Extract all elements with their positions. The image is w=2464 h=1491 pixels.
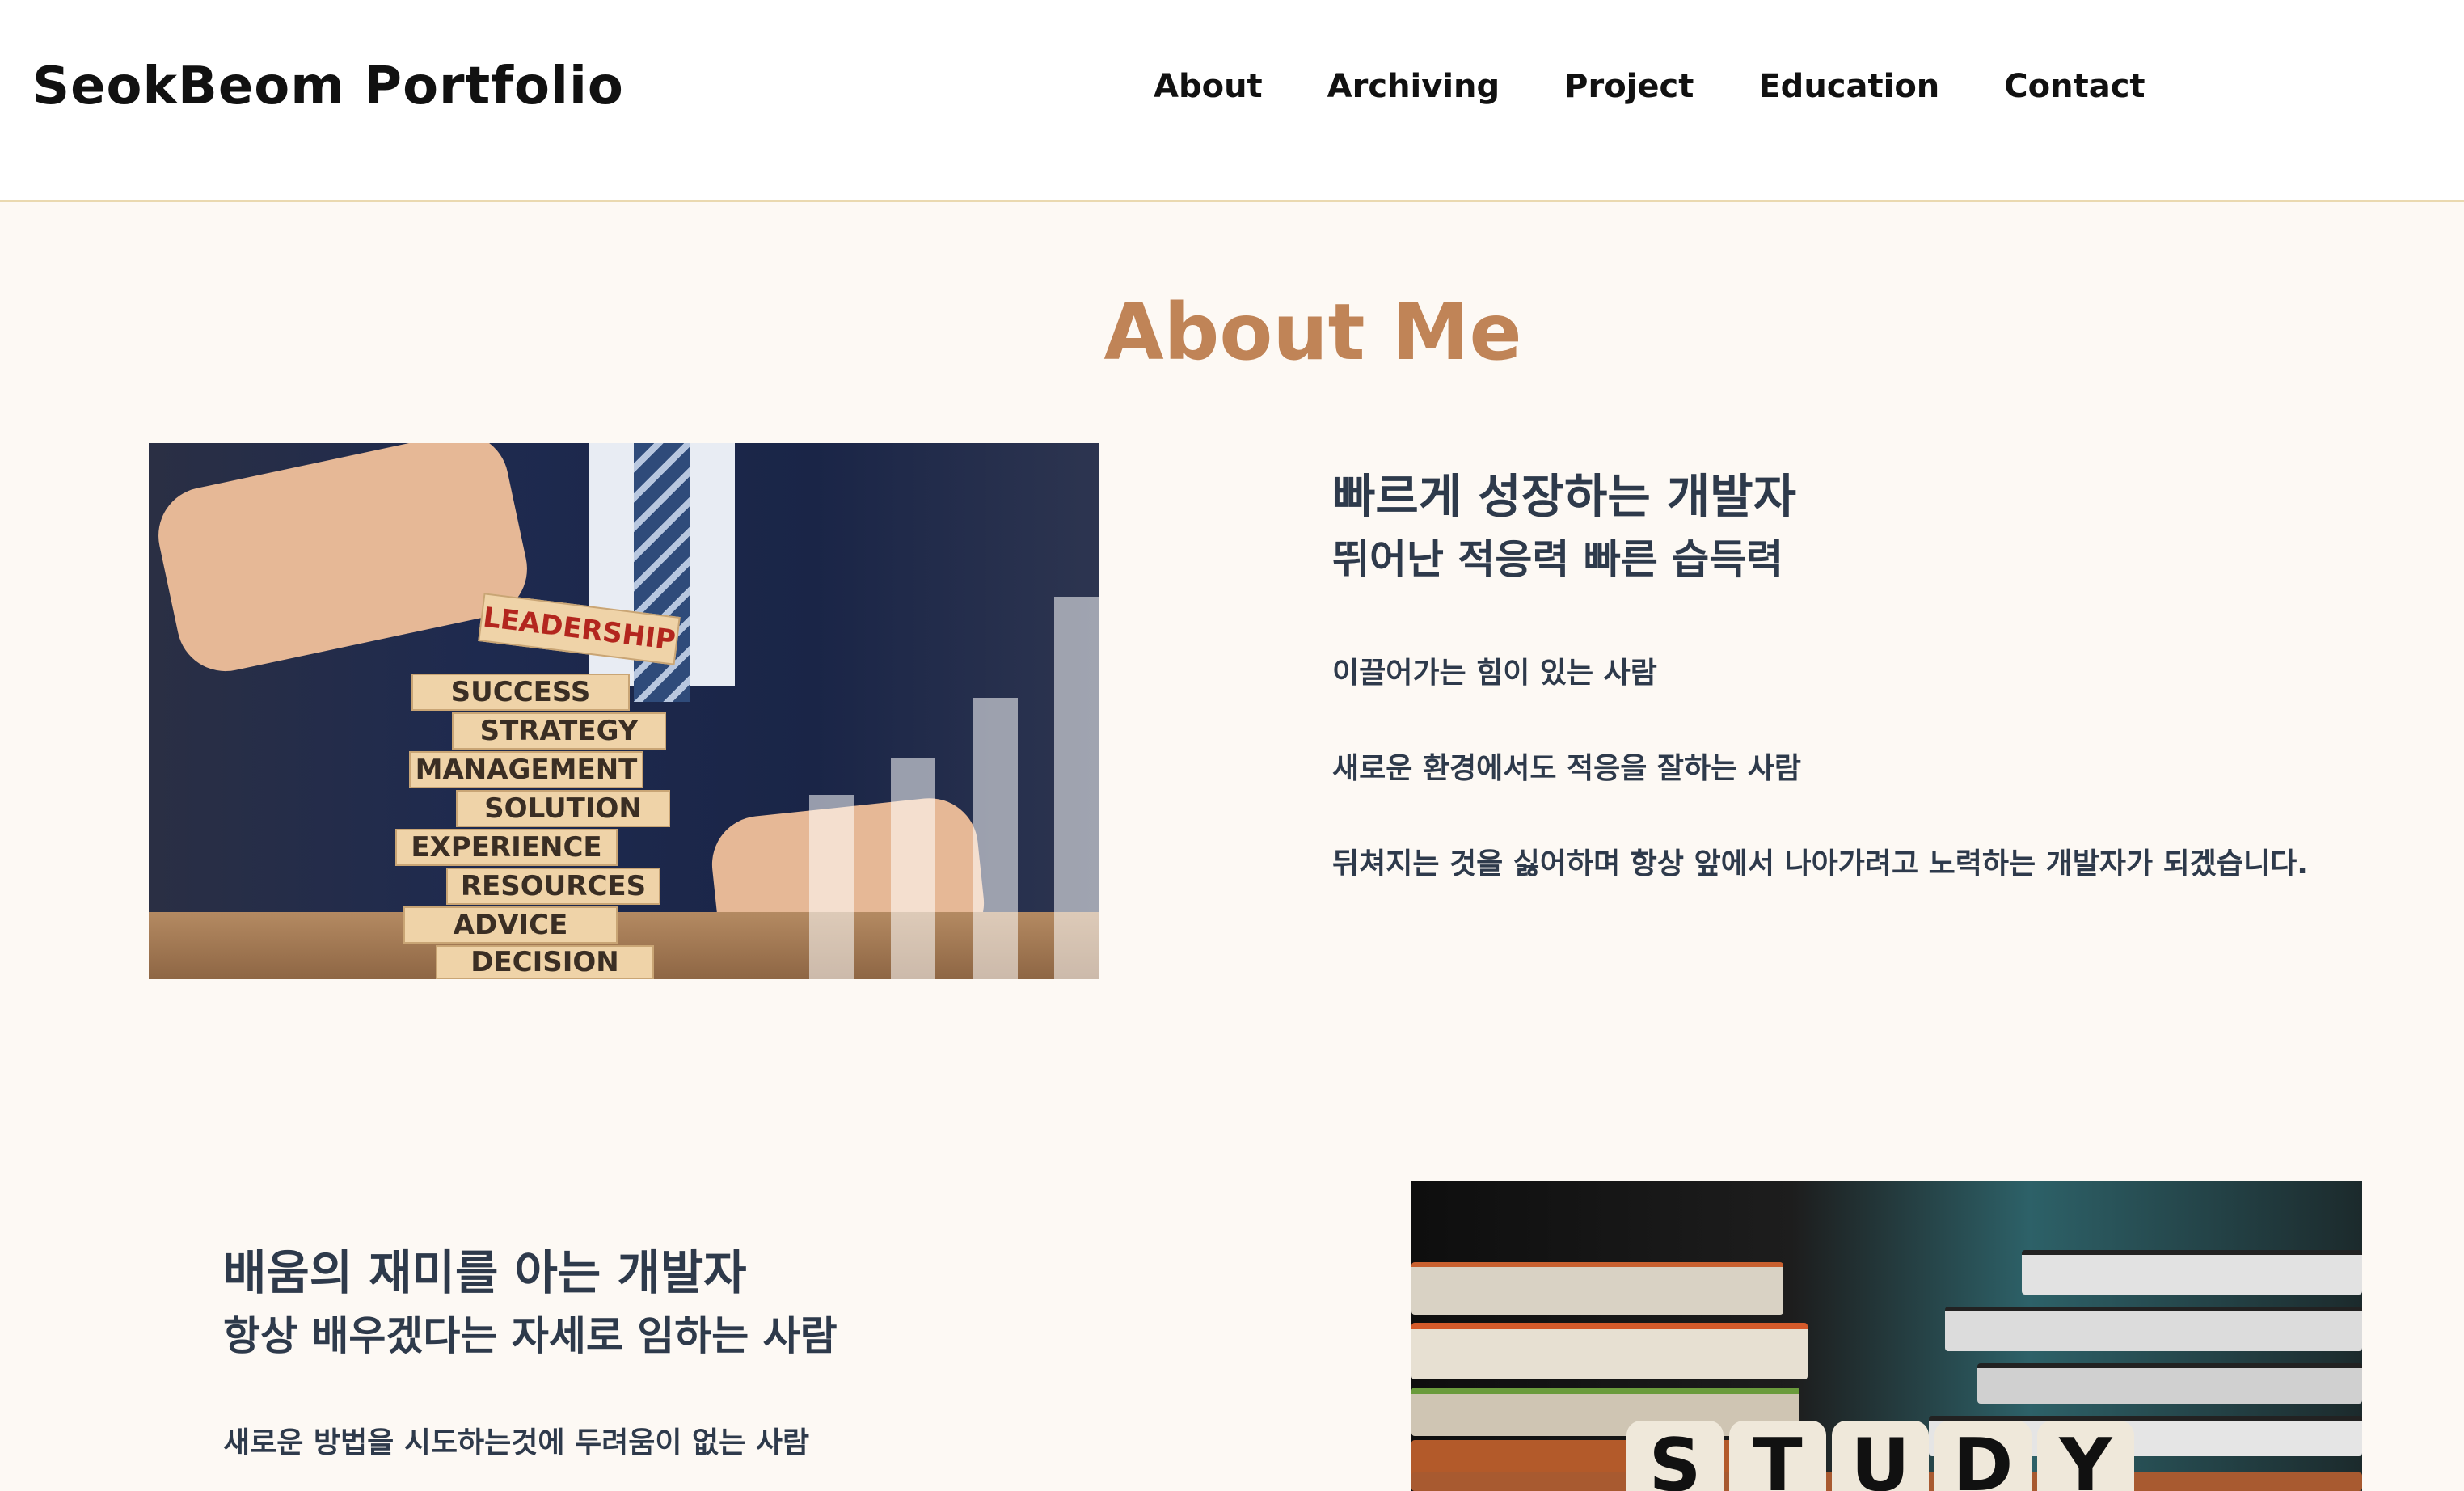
block-strategy: STRATEGY — [452, 712, 666, 750]
nav-contact[interactable]: Contact — [2004, 68, 2145, 105]
book — [1977, 1363, 2362, 1404]
leadership-blocks-image: LEADERSHIP SUCCESS STRATEGY MANAGEMENT S… — [149, 443, 1099, 979]
about-block-1-paragraph: 이끌어가는 힘이 있는 사람 — [1332, 656, 1657, 690]
main-nav: About Archiving Project Education Contac… — [1154, 68, 2210, 105]
chart-bar-1 — [809, 795, 854, 979]
block-advice: ADVICE — [403, 906, 618, 944]
dice-s: S — [1626, 1421, 1724, 1491]
about-section-title: About Me — [1103, 287, 1522, 378]
block-solution: SOLUTION — [456, 790, 670, 827]
about-block-2-heading: 배움의 재미를 아는 개발자 — [223, 1245, 747, 1300]
book — [1411, 1262, 1783, 1315]
about-block-2-paragraph: 새로운 방법을 시도하는것에 두려움이 없는 사람 — [223, 1426, 810, 1459]
about-block-2: 배움의 재미를 아는 개발자 항상 배우겠다는 자세로 임하는 사람 새로운 방… — [223, 1245, 838, 1461]
nav-project[interactable]: Project — [1564, 68, 1694, 105]
chart-bar-4 — [1054, 597, 1099, 979]
site-header: SeokBeom Portfolio About Archiving Proje… — [0, 0, 2464, 202]
study-dice-image: S T U D Y — [1411, 1181, 2362, 1491]
dice-y: Y — [2037, 1421, 2134, 1491]
book — [1411, 1323, 1808, 1379]
about-block-1-subheading: 뛰어난 적응력 빠른 습득력 — [1332, 535, 1784, 583]
about-block-1-paragraph: 뒤쳐지는 것을 싫어하며 항상 앞에서 나아가려고 노력하는 개발자가 되겠습니… — [1332, 847, 2308, 881]
block-resources: RESOURCES — [446, 868, 660, 905]
nav-about[interactable]: About — [1154, 68, 1263, 105]
about-block-1-heading: 빠르게 성장하는 개발자 — [1332, 469, 1796, 524]
chart-bar-2 — [891, 758, 935, 979]
nav-archiving[interactable]: Archiving — [1327, 68, 1500, 105]
dice-t: T — [1729, 1421, 1826, 1491]
dice-u: U — [1832, 1421, 1929, 1491]
block-success: SUCCESS — [411, 674, 630, 711]
book — [1945, 1307, 2362, 1351]
block-management: MANAGEMENT — [409, 751, 643, 788]
about-block-1: 빠르게 성장하는 개발자 뛰어난 적응력 빠른 습득력 이끌어가는 힘이 있는 … — [1332, 469, 2308, 882]
block-experience: EXPERIENCE — [395, 829, 618, 866]
about-block-1-paragraph: 새로운 환경에서도 적응을 잘하는 사람 — [1332, 751, 1802, 785]
nav-education[interactable]: Education — [1758, 68, 1939, 105]
dice-d: D — [1934, 1421, 2032, 1491]
block-decision: DECISION — [436, 945, 654, 979]
book — [2022, 1250, 2362, 1295]
site-logo[interactable]: SeokBeom Portfolio — [32, 57, 624, 116]
about-block-2-subheading: 항상 배우겠다는 자세로 임하는 사람 — [223, 1311, 838, 1359]
chart-bar-3 — [973, 698, 1018, 979]
